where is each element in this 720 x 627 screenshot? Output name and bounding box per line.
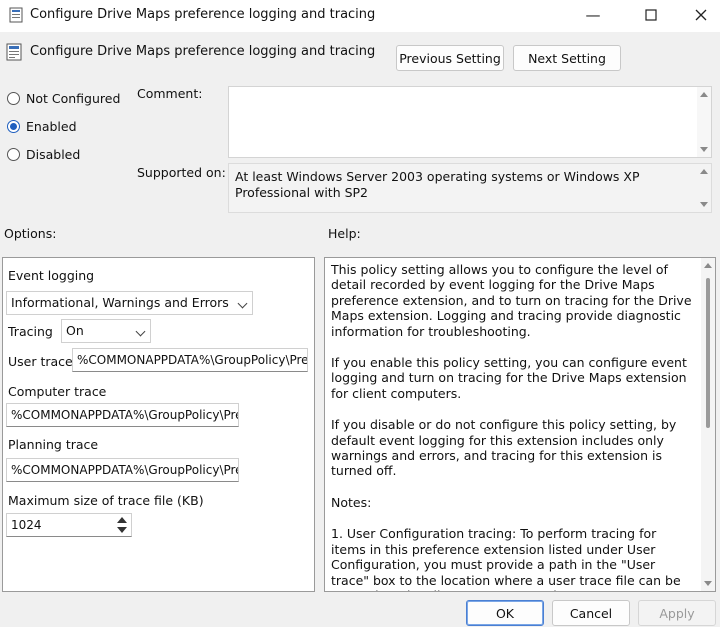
tracing-select[interactable]: On <box>61 319 151 343</box>
spin-down-icon[interactable] <box>117 527 127 533</box>
maximize-icon[interactable] <box>636 4 666 26</box>
supported-on-label: Supported on: <box>137 165 226 180</box>
ok-button[interactable]: OK <box>466 600 544 626</box>
radio-not-configured[interactable]: Not Configured <box>7 91 120 106</box>
apply-button[interactable]: Apply <box>638 600 716 626</box>
help-paragraph: If you enable this policy setting, you c… <box>331 355 687 401</box>
previous-setting-button[interactable]: Previous Setting <box>396 45 504 71</box>
supported-scrollbar[interactable] <box>697 164 711 212</box>
scroll-down-icon[interactable] <box>704 581 712 586</box>
radio-enabled[interactable]: Enabled <box>7 119 77 134</box>
max-size-value: 1024 <box>11 518 42 532</box>
user-trace-label: User trace <box>8 354 73 369</box>
computer-trace-input[interactable]: %COMMONAPPDATA%\GroupPolicy\Preference\T… <box>6 403 239 427</box>
spin-up-icon[interactable] <box>117 517 127 523</box>
setting-title: Configure Drive Maps preference logging … <box>30 44 376 59</box>
help-title: Help: <box>328 226 361 241</box>
max-size-stepper[interactable]: 1024 <box>6 513 132 537</box>
minimize-icon[interactable]: — <box>578 4 608 26</box>
event-logging-label: Event logging <box>8 268 95 283</box>
scroll-thumb[interactable] <box>706 278 710 428</box>
policy-app-icon <box>9 7 23 23</box>
comment-textarea[interactable] <box>228 86 712 158</box>
help-paragraph: If you disable or do not configure this … <box>331 417 677 479</box>
help-paragraph: This policy setting allows you to config… <box>331 262 692 339</box>
scroll-down-icon[interactable] <box>700 147 708 152</box>
help-text: This policy setting allows you to config… <box>325 258 715 591</box>
spin-buttons[interactable] <box>115 516 129 534</box>
help-paragraph: Notes: <box>331 494 372 510</box>
event-logging-value: Informational, Warnings and Errors <box>11 295 229 310</box>
planning-trace-label: Planning trace <box>8 437 99 452</box>
scroll-up-icon[interactable] <box>700 92 708 97</box>
event-logging-select[interactable]: Informational, Warnings and Errors <box>6 291 253 315</box>
supported-on-box: At least Windows Server 2003 operating s… <box>228 163 712 213</box>
close-icon[interactable] <box>686 4 716 26</box>
radio-disabled-indicator[interactable] <box>7 148 20 161</box>
user-trace-input[interactable]: %COMMONAPPDATA%\GroupPolicy\Preference\T… <box>72 348 308 372</box>
tracing-label: Tracing <box>8 324 53 339</box>
radio-disabled-label: Disabled <box>26 147 81 162</box>
supported-on-value: At least Windows Server 2003 operating s… <box>235 169 640 200</box>
scroll-up-icon[interactable] <box>700 169 708 174</box>
window-title: Configure Drive Maps preference logging … <box>30 7 376 22</box>
next-setting-button[interactable]: Next Setting <box>513 45 621 71</box>
help-paragraph: 1. User Configuration tracing: To perfor… <box>331 526 681 591</box>
scroll-up-icon[interactable] <box>704 263 712 268</box>
radio-not-configured-label: Not Configured <box>26 91 121 106</box>
max-size-label: Maximum size of trace file (KB) <box>8 493 204 508</box>
comment-scrollbar[interactable] <box>697 87 711 157</box>
tracing-value: On <box>66 323 84 338</box>
scroll-down-icon[interactable] <box>700 202 708 207</box>
radio-enabled-label: Enabled <box>26 119 77 134</box>
comment-label: Comment: <box>137 86 203 101</box>
options-title: Options: <box>4 226 57 241</box>
help-panel: This policy setting allows you to config… <box>324 257 716 592</box>
computer-trace-label: Computer trace <box>8 384 107 399</box>
radio-disabled[interactable]: Disabled <box>7 147 80 162</box>
chevron-down-icon <box>237 298 248 309</box>
radio-not-configured-indicator[interactable] <box>7 92 20 105</box>
setting-icon <box>6 43 22 61</box>
help-scrollbar[interactable] <box>701 258 715 591</box>
radio-enabled-indicator[interactable] <box>7 120 20 133</box>
planning-trace-input[interactable]: %COMMONAPPDATA%\GroupPolicy\Preference\T… <box>6 458 239 482</box>
comment-value <box>229 87 711 95</box>
chevron-down-icon <box>135 326 146 337</box>
cancel-button[interactable]: Cancel <box>552 600 630 626</box>
